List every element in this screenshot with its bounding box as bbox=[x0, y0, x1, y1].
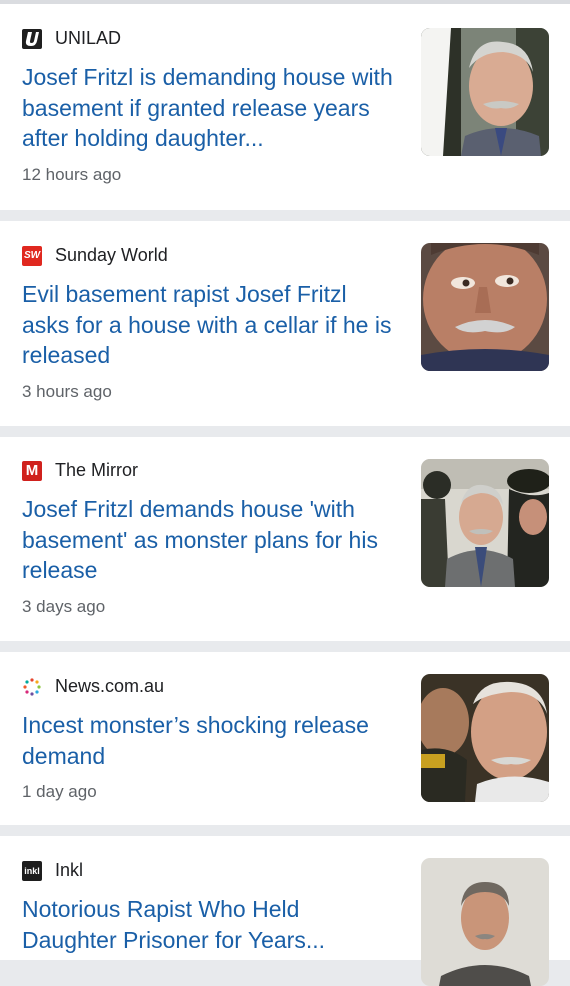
fritzl-photo-icon[interactable] bbox=[421, 28, 549, 156]
timestamp: 3 hours ago bbox=[22, 382, 112, 401]
headline-link[interactable]: Notorious Rapist Who Held Daughter Priso… bbox=[22, 894, 397, 955]
headline-link[interactable]: Josef Fritzl demands house 'with basemen… bbox=[22, 494, 397, 586]
news-com-au-logo-icon bbox=[22, 677, 42, 697]
sunday-world-logo-text: SW bbox=[23, 250, 41, 261]
news-card[interactable]: UNILAD Josef Fritzl is demanding house w… bbox=[0, 4, 570, 210]
source-name: News.com.au bbox=[55, 676, 165, 696]
timestamp: 3 days ago bbox=[22, 597, 106, 616]
source-row: UNILAD bbox=[22, 28, 121, 49]
inkl-logo-text: inkl bbox=[24, 865, 40, 876]
mirror-logo-icon: M bbox=[22, 460, 42, 481]
news-card[interactable]: SW Sunday World Evil basement rapist Jos… bbox=[0, 221, 570, 426]
timestamp: 1 day ago bbox=[22, 782, 97, 801]
fritzl-mugshot-photo-icon[interactable] bbox=[421, 858, 549, 986]
source-name: The Mirror bbox=[55, 460, 139, 480]
headline-link[interactable]: Josef Fritzl is demanding house with bas… bbox=[22, 62, 397, 154]
news-card[interactable]: M The Mirror Josef Fritzl demands house … bbox=[0, 437, 570, 641]
fritzl-closeup-photo-icon[interactable] bbox=[421, 243, 549, 371]
fritzl-escort-photo-icon[interactable] bbox=[421, 674, 549, 802]
source-name: Sunday World bbox=[55, 245, 168, 265]
news-card[interactable]: News.com.au Incest monster’s shocking re… bbox=[0, 652, 570, 825]
news-card[interactable]: inkl Inkl Notorious Rapist Who Held Daug… bbox=[0, 836, 570, 986]
source-row: M The Mirror bbox=[22, 460, 138, 481]
source-name: UNILAD bbox=[55, 28, 122, 48]
sunday-world-logo-icon: SW bbox=[22, 245, 42, 266]
timestamp: 12 hours ago bbox=[22, 165, 122, 184]
headline-link[interactable]: Incest monster’s shocking release demand bbox=[22, 710, 397, 771]
source-name: Inkl bbox=[55, 860, 84, 880]
unilad-logo-icon bbox=[22, 28, 42, 49]
fritzl-court-photo-icon[interactable] bbox=[421, 459, 549, 587]
mirror-logo-text: M bbox=[25, 462, 39, 479]
source-row: News.com.au bbox=[22, 676, 164, 697]
source-row: SW Sunday World bbox=[22, 245, 168, 266]
inkl-logo-icon: inkl bbox=[22, 860, 42, 881]
headline-link[interactable]: Evil basement rapist Josef Fritzl asks f… bbox=[22, 279, 397, 371]
source-row: inkl Inkl bbox=[22, 860, 83, 881]
